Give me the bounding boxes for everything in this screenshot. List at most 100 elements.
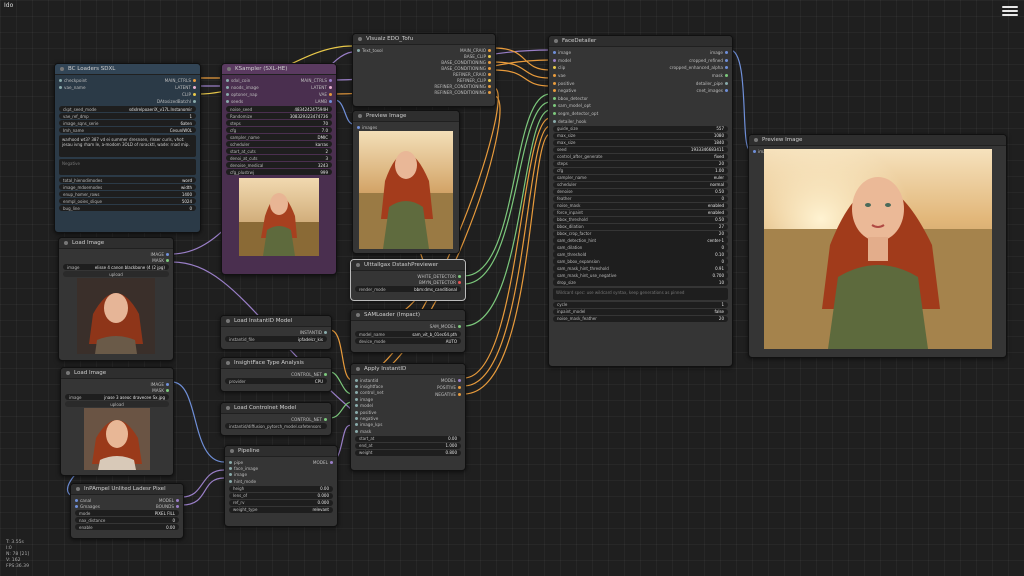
widget[interactable]: nax_distance 0 [75,517,179,523]
widget-force-inpaint[interactable]: force_inpaint enabled [553,209,728,216]
input-slot[interactable]: optoner_nap [226,91,259,98]
widget-sam-detection-hint[interactable]: sam_detection_hint center-1 [553,237,728,244]
input-slot[interactable]: vae [553,72,598,80]
widget-weight[interactable]: weight 0.800 [355,449,461,456]
widget-sam-mask-hint-use-negative[interactable]: sam_mask_hint_use_negative 0.700 [553,272,728,279]
input-slot[interactable]: segm_detector_opt [553,110,598,118]
widget-lora-name[interactable]: Imh_name CesunlW0L [59,127,196,133]
positive-prompt-textarea[interactable]: warhood wt3? 387 vd ei summer dresnsen, … [59,135,196,157]
widget[interactable]: denoi_at_cuts 3 [226,155,332,161]
output-slot[interactable]: CONTROL_NET [291,371,327,377]
output-slot[interactable]: DAtosizedBatchl [157,98,196,105]
output-slot[interactable]: MODEL [441,377,461,384]
node-pipeline[interactable]: Pipeline pipe face_image image hint_mode… [224,445,338,527]
widget-seed[interactable]: seed 1933346683411 [553,146,728,153]
widget-ckpt[interactable]: ckpt_seed_mode sdxlrelpoaeriX_v17L.Instan… [59,106,196,112]
node-preview-image-1[interactable]: Preview Image images [352,110,460,254]
widget-sam-mask-hint-threshold[interactable]: sam_mask_hint_threshold 0.91 [553,265,728,272]
output-slot[interactable]: CONTROL_NET [291,416,327,422]
widget[interactable]: enup_homer_rows 1400 [59,191,196,197]
widget[interactable]: enable 0.00 [75,524,179,530]
widget-scheduler[interactable]: scheduler karras [226,141,332,147]
wildcard-textarea[interactable]: Wildcard spec: use wildcard syntax, keep… [553,287,728,300]
node-apply-instantid[interactable]: Apply InstantID instantid insightface co… [350,363,466,471]
widget[interactable]: total_hienodimodes word [59,177,196,183]
input-slot[interactable]: negative [553,87,598,95]
widget-weight-type[interactable]: weight_type relevant [229,506,333,513]
widget-image-select[interactable]: image jnase 3 aseoc dravecee Sx.jpg [65,394,169,400]
output-slot[interactable]: cropped_refined [689,57,728,65]
widget-denoise[interactable]: denoise 0.50 [553,188,728,195]
output-slot[interactable]: cropped_enhanced_alpha [670,64,728,72]
widget-steps[interactable]: steps 20 [553,160,728,167]
input-slot[interactable]: positive [553,79,598,87]
widget-max-size[interactable]: max_size 1840 [553,139,728,146]
output-slot[interactable]: LATENT [175,84,196,91]
output-slot[interactable]: MAIN_CTRLS [301,77,332,84]
node-insightface[interactable]: InsightFace Type Analysis CONTROL_NET pr… [220,357,332,392]
widget-vae[interactable]: vae_ref_dmp 1 [59,113,196,119]
output-slot[interactable]: REFINER_CONDITIONING [434,89,491,95]
node-load-image-1[interactable]: Load Image IMAGE MASK image elisse 4 cano… [58,237,174,361]
node-load-instantid[interactable]: Load InstantID Model INSTANTID instantid… [220,315,332,350]
input-slot[interactable]: detailer_hook [553,117,598,125]
widget-image-select[interactable]: image elisse 4 canon blackbone (4 (2 jpg) [63,264,169,270]
negative-prompt-textarea[interactable]: Negative [59,159,196,175]
input-slot[interactable]: Gmaages [75,503,100,509]
output-slot[interactable]: detailer_pipe [696,79,728,87]
node-samloader[interactable]: SAMLoader (Impact) SAM_MODEL model_name s… [350,309,466,353]
output-slot[interactable]: image [710,49,728,57]
node-load-image-2[interactable]: Load Image IMAGE MASK image jnase 3 aseoc… [60,367,174,476]
upload-button[interactable]: upload [65,401,169,407]
input-slot[interactable]: checkpoint [59,77,87,84]
input-slot[interactable]: mask [355,428,383,434]
widget-sam-bbox-expansion[interactable]: sam_bbox_expansion 0 [553,258,728,265]
widget-guide-size[interactable]: guide_size 557 [553,125,728,132]
widget-scheduler[interactable]: scheduler normal [553,181,728,188]
widget-cfg[interactable]: cfg 7.0 [226,127,332,133]
output-slot[interactable]: NEGATIVE [435,391,461,398]
widget[interactable]: bug_line 0 [59,205,196,211]
output-slot[interactable]: MASK [152,387,169,393]
node-facedetailer[interactable]: FaceDetailer image model clip vae positi… [548,35,733,367]
node-pixel-upscale[interactable]: InPAmpel Unlited Ladesr Pixel canal Gmaa… [70,483,184,539]
widget[interactable]: enmpl_ooies_slique 5024 [59,198,196,204]
widget-image-series[interactable]: image_sqns_serie 6aten [59,120,196,126]
widget-render-mode[interactable]: render_mode bbm:dms_canditional [355,286,461,292]
output-slot[interactable]: INSTANTID [300,329,327,335]
widget-feather[interactable]: feather 0 [553,195,728,202]
widget[interactable]: cfg_plustrwj 999 [226,169,332,175]
output-slot[interactable]: CLIP [182,91,196,98]
widget-device-mode[interactable]: device_mode AUTO [355,338,461,344]
upload-button[interactable]: upload [63,271,169,277]
widget-noise-seed[interactable]: noise_seed 483424247594H [226,106,332,112]
widget-inpaint-model[interactable]: inpaint_model false [553,308,728,315]
widget-sampler[interactable]: sampler_name DMIC [226,134,332,140]
widget-sam-threshold[interactable]: sam_threshold 0.10 [553,251,728,258]
widget-noise-mask-feather[interactable]: noise_mask_feather 20 [553,315,728,322]
widget-steps[interactable]: steps 70 [226,120,332,126]
input-slot[interactable]: model [553,57,598,65]
widget-control-after-generate[interactable]: control_after_generate fixed [553,153,728,160]
widget-sampler-name[interactable]: sampler_name euler [553,174,728,181]
output-slot[interactable]: cnet_images [697,87,728,95]
node-preview-image-2[interactable]: Preview Image images [748,134,1007,358]
output-slot[interactable]: POSITIVE [437,384,461,391]
node-detector-previewer[interactable]: Ulttallgax DstashPreviewer WHITE_DETECTO… [350,259,466,301]
widget-noise-mask[interactable]: noise_mask enabled [553,202,728,209]
widget[interactable]: denoise_medical 3243 [226,162,332,168]
output-slot[interactable]: MODEL [313,459,333,466]
widget[interactable]: lens_of 0.000 [229,492,333,499]
widget-model-name[interactable]: model_name sam_vit_b_01ec64.pth [355,331,461,337]
output-slot[interactable]: BMYN_DETECTOR [419,279,461,285]
widget-cfg[interactable]: cfg 1.00 [553,167,728,174]
node-sdxl-loader[interactable]: BC Loaders SDXL checkpoint vae_name MAIN… [54,63,201,233]
output-slot[interactable]: MAIN_CTRLS [165,77,196,84]
output-slot[interactable]: LAMB [315,98,332,105]
input-slot[interactable]: vae_name [59,84,87,91]
widget-end-at[interactable]: end_at 1.000 [355,442,461,449]
widget[interactable]: image_mdoemodes width [59,184,196,190]
widget-controlnet-name[interactable]: instantid/diffusion_pytorch_model.safete… [225,423,327,429]
output-slot[interactable]: mask [712,72,728,80]
node-load-controlnet[interactable]: Load Controlnet Model CONTROL_NET instan… [220,402,332,436]
